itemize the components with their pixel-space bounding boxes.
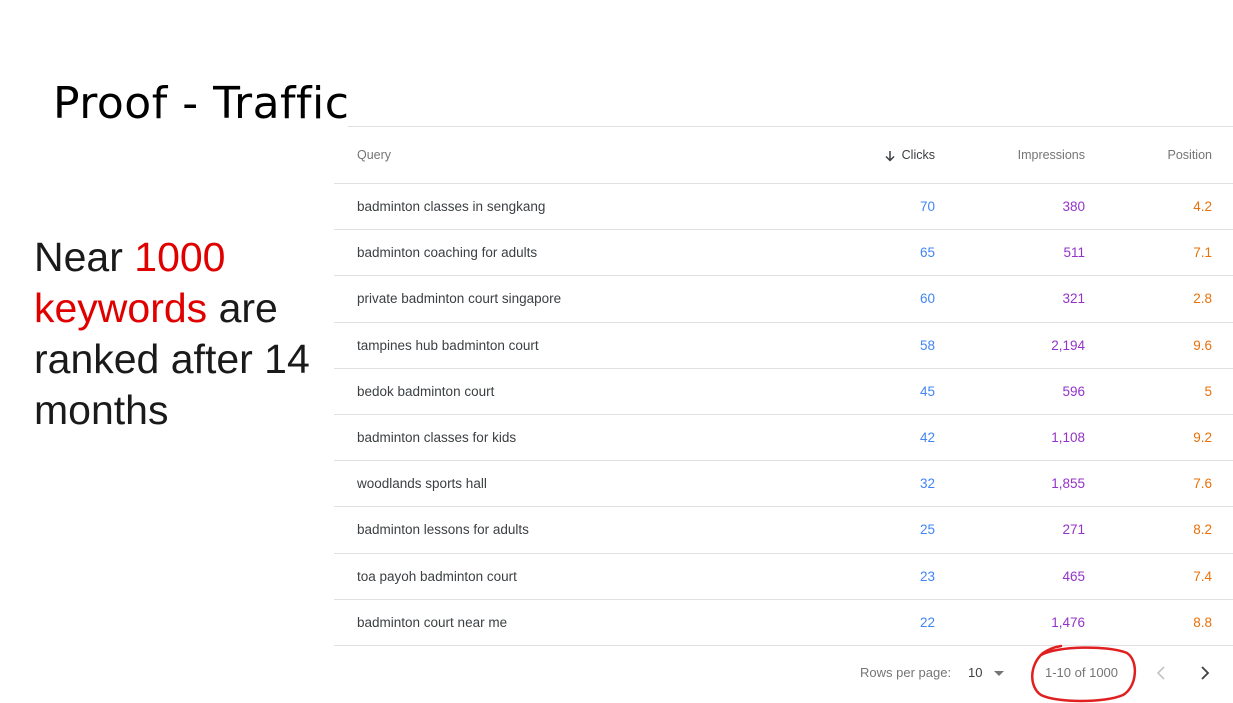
rows-per-page-select[interactable]: 10 <box>968 665 982 680</box>
cell-query: badminton lessons for adults <box>334 506 754 554</box>
cell-clicks: 23 <box>754 553 935 600</box>
table-row[interactable]: private badminton court singapore 60 321 2.… <box>334 275 1233 323</box>
cell-clicks: 45 <box>754 368 935 415</box>
queries-table-card: Query Clicks Impressions Position badmin… <box>334 126 1233 703</box>
headline-highlight-number: 1000 <box>134 234 226 280</box>
table-row[interactable]: woodlands sports hall 32 1,855 7.6 <box>334 460 1233 508</box>
header-clicks[interactable]: Clicks <box>754 127 935 184</box>
cell-clicks: 70 <box>754 183 935 231</box>
table-row[interactable]: badminton lessons for adults 25 271 8.2 <box>334 506 1233 554</box>
table-header-row: Query Clicks Impressions Position <box>334 127 1233 184</box>
cell-query: badminton court near me <box>334 599 754 646</box>
caret-down-icon[interactable] <box>994 670 1004 676</box>
cell-impressions: 596 <box>935 368 1085 415</box>
cell-impressions: 511 <box>935 229 1085 277</box>
cell-query: badminton coaching for adults <box>334 229 754 277</box>
slide-title: Proof - Traffic <box>53 78 350 129</box>
cell-query: toa payoh badminton court <box>334 553 754 600</box>
headline: Near 1000 keywords are ranked after 14 m… <box>34 232 324 436</box>
cell-position: 9.6 <box>1085 322 1233 369</box>
cell-impressions: 271 <box>935 506 1085 554</box>
cell-position: 7.4 <box>1085 553 1233 600</box>
queries-table: Query Clicks Impressions Position badmin… <box>334 127 1233 646</box>
cell-clicks: 60 <box>754 275 935 323</box>
cell-position: 4.2 <box>1085 183 1233 231</box>
cell-position: 9.2 <box>1085 414 1233 462</box>
table-row[interactable]: toa payoh badminton court 23 465 7.4 <box>334 553 1233 600</box>
cell-clicks: 65 <box>754 229 935 277</box>
cell-query: woodlands sports hall <box>334 460 754 508</box>
cell-impressions: 1,855 <box>935 460 1085 508</box>
chevron-left-icon[interactable] <box>1154 663 1170 683</box>
cell-impressions: 2,194 <box>935 322 1085 369</box>
table-row[interactable]: badminton court near me 22 1,476 8.8 <box>334 599 1233 646</box>
header-clicks-label: Clicks <box>901 148 935 162</box>
cell-position: 8.2 <box>1085 506 1233 554</box>
cell-clicks: 22 <box>754 599 935 646</box>
table-row[interactable]: badminton classes in sengkang 70 380 4.2 <box>334 183 1233 231</box>
cell-impressions: 1,476 <box>935 599 1085 646</box>
cell-impressions: 465 <box>935 553 1085 600</box>
table-row[interactable]: badminton classes for kids 42 1,108 9.2 <box>334 414 1233 462</box>
cell-position: 2.8 <box>1085 275 1233 323</box>
cell-query: bedok badminton court <box>334 368 754 415</box>
headline-text-1: Near <box>34 234 135 280</box>
cell-position: 7.1 <box>1085 229 1233 277</box>
cell-position: 8.8 <box>1085 599 1233 646</box>
cell-impressions: 380 <box>935 183 1085 231</box>
headline-highlight-keywords: keywords <box>34 285 208 331</box>
cell-clicks: 32 <box>754 460 935 508</box>
table-row[interactable]: badminton coaching for adults 65 511 7.1 <box>334 229 1233 277</box>
cell-clicks: 58 <box>754 322 935 369</box>
arrow-down-icon <box>885 150 895 162</box>
cell-clicks: 25 <box>754 506 935 554</box>
cell-position: 5 <box>1085 368 1233 415</box>
cell-impressions: 321 <box>935 275 1085 323</box>
header-query[interactable]: Query <box>334 127 754 184</box>
cell-query: badminton classes for kids <box>334 414 754 462</box>
cell-query: tampines hub badminton court <box>334 322 754 369</box>
cell-position: 7.6 <box>1085 460 1233 508</box>
cell-query: private badminton court singapore <box>334 275 754 323</box>
header-impressions[interactable]: Impressions <box>935 127 1085 184</box>
table-row[interactable]: tampines hub badminton court 58 2,194 9.6 <box>334 322 1233 369</box>
pagination-bar: Rows per page: 10 1-10 of 1000 <box>334 644 1233 703</box>
chevron-right-icon[interactable] <box>1196 663 1212 683</box>
table-row[interactable]: bedok badminton court 45 596 5 <box>334 368 1233 415</box>
cell-clicks: 42 <box>754 414 935 462</box>
header-position[interactable]: Position <box>1085 127 1233 184</box>
rows-per-page-label: Rows per page: <box>860 664 952 680</box>
cell-impressions: 1,108 <box>935 414 1085 462</box>
annotation-circle <box>1031 644 1136 703</box>
cell-query: badminton classes in sengkang <box>334 183 754 231</box>
